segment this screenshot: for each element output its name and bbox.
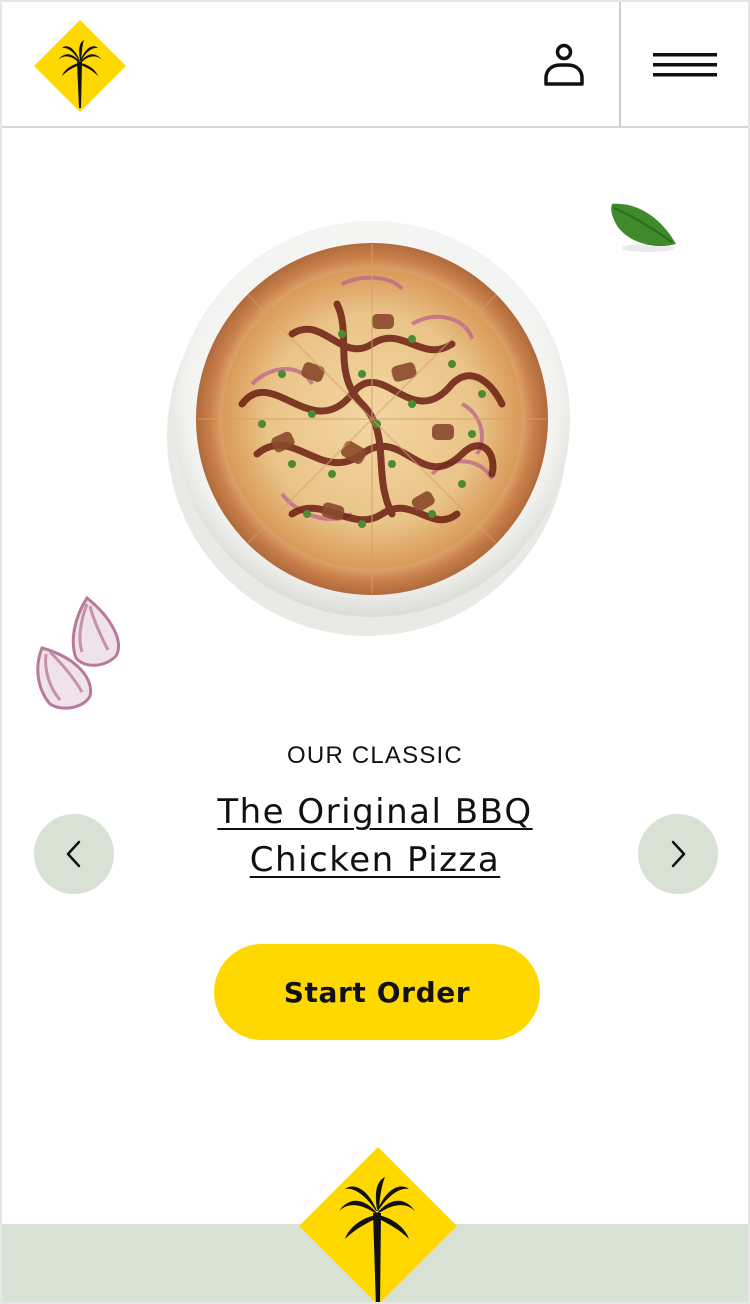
menu-button[interactable] [622, 2, 748, 128]
site-header [2, 2, 748, 128]
hamburger-menu-icon [653, 53, 717, 77]
start-order-button[interactable]: Start Order [214, 944, 540, 1040]
account-button[interactable] [522, 22, 606, 108]
palm-tree-logo-icon[interactable] [32, 18, 128, 114]
header-divider [619, 2, 621, 128]
chevron-right-icon [671, 840, 686, 868]
red-onion-icon [36, 595, 120, 710]
chevron-left-icon [66, 840, 81, 868]
palm-tree-logo-icon [299, 1147, 457, 1302]
bbq-chicken-pizza-image [167, 221, 570, 636]
carousel-next-button[interactable] [638, 814, 718, 894]
user-account-icon [544, 43, 584, 86]
carousel-prev-button[interactable] [34, 814, 114, 894]
hero-section [2, 130, 748, 730]
basil-leaf-icon [611, 203, 676, 252]
page-frame: OUR CLASSIC The Original BBQ Chicken Piz… [0, 0, 750, 1304]
product-title-link[interactable]: The Original BBQ Chicken Pizza [175, 788, 575, 884]
product-eyebrow: OUR CLASSIC [287, 742, 463, 769]
